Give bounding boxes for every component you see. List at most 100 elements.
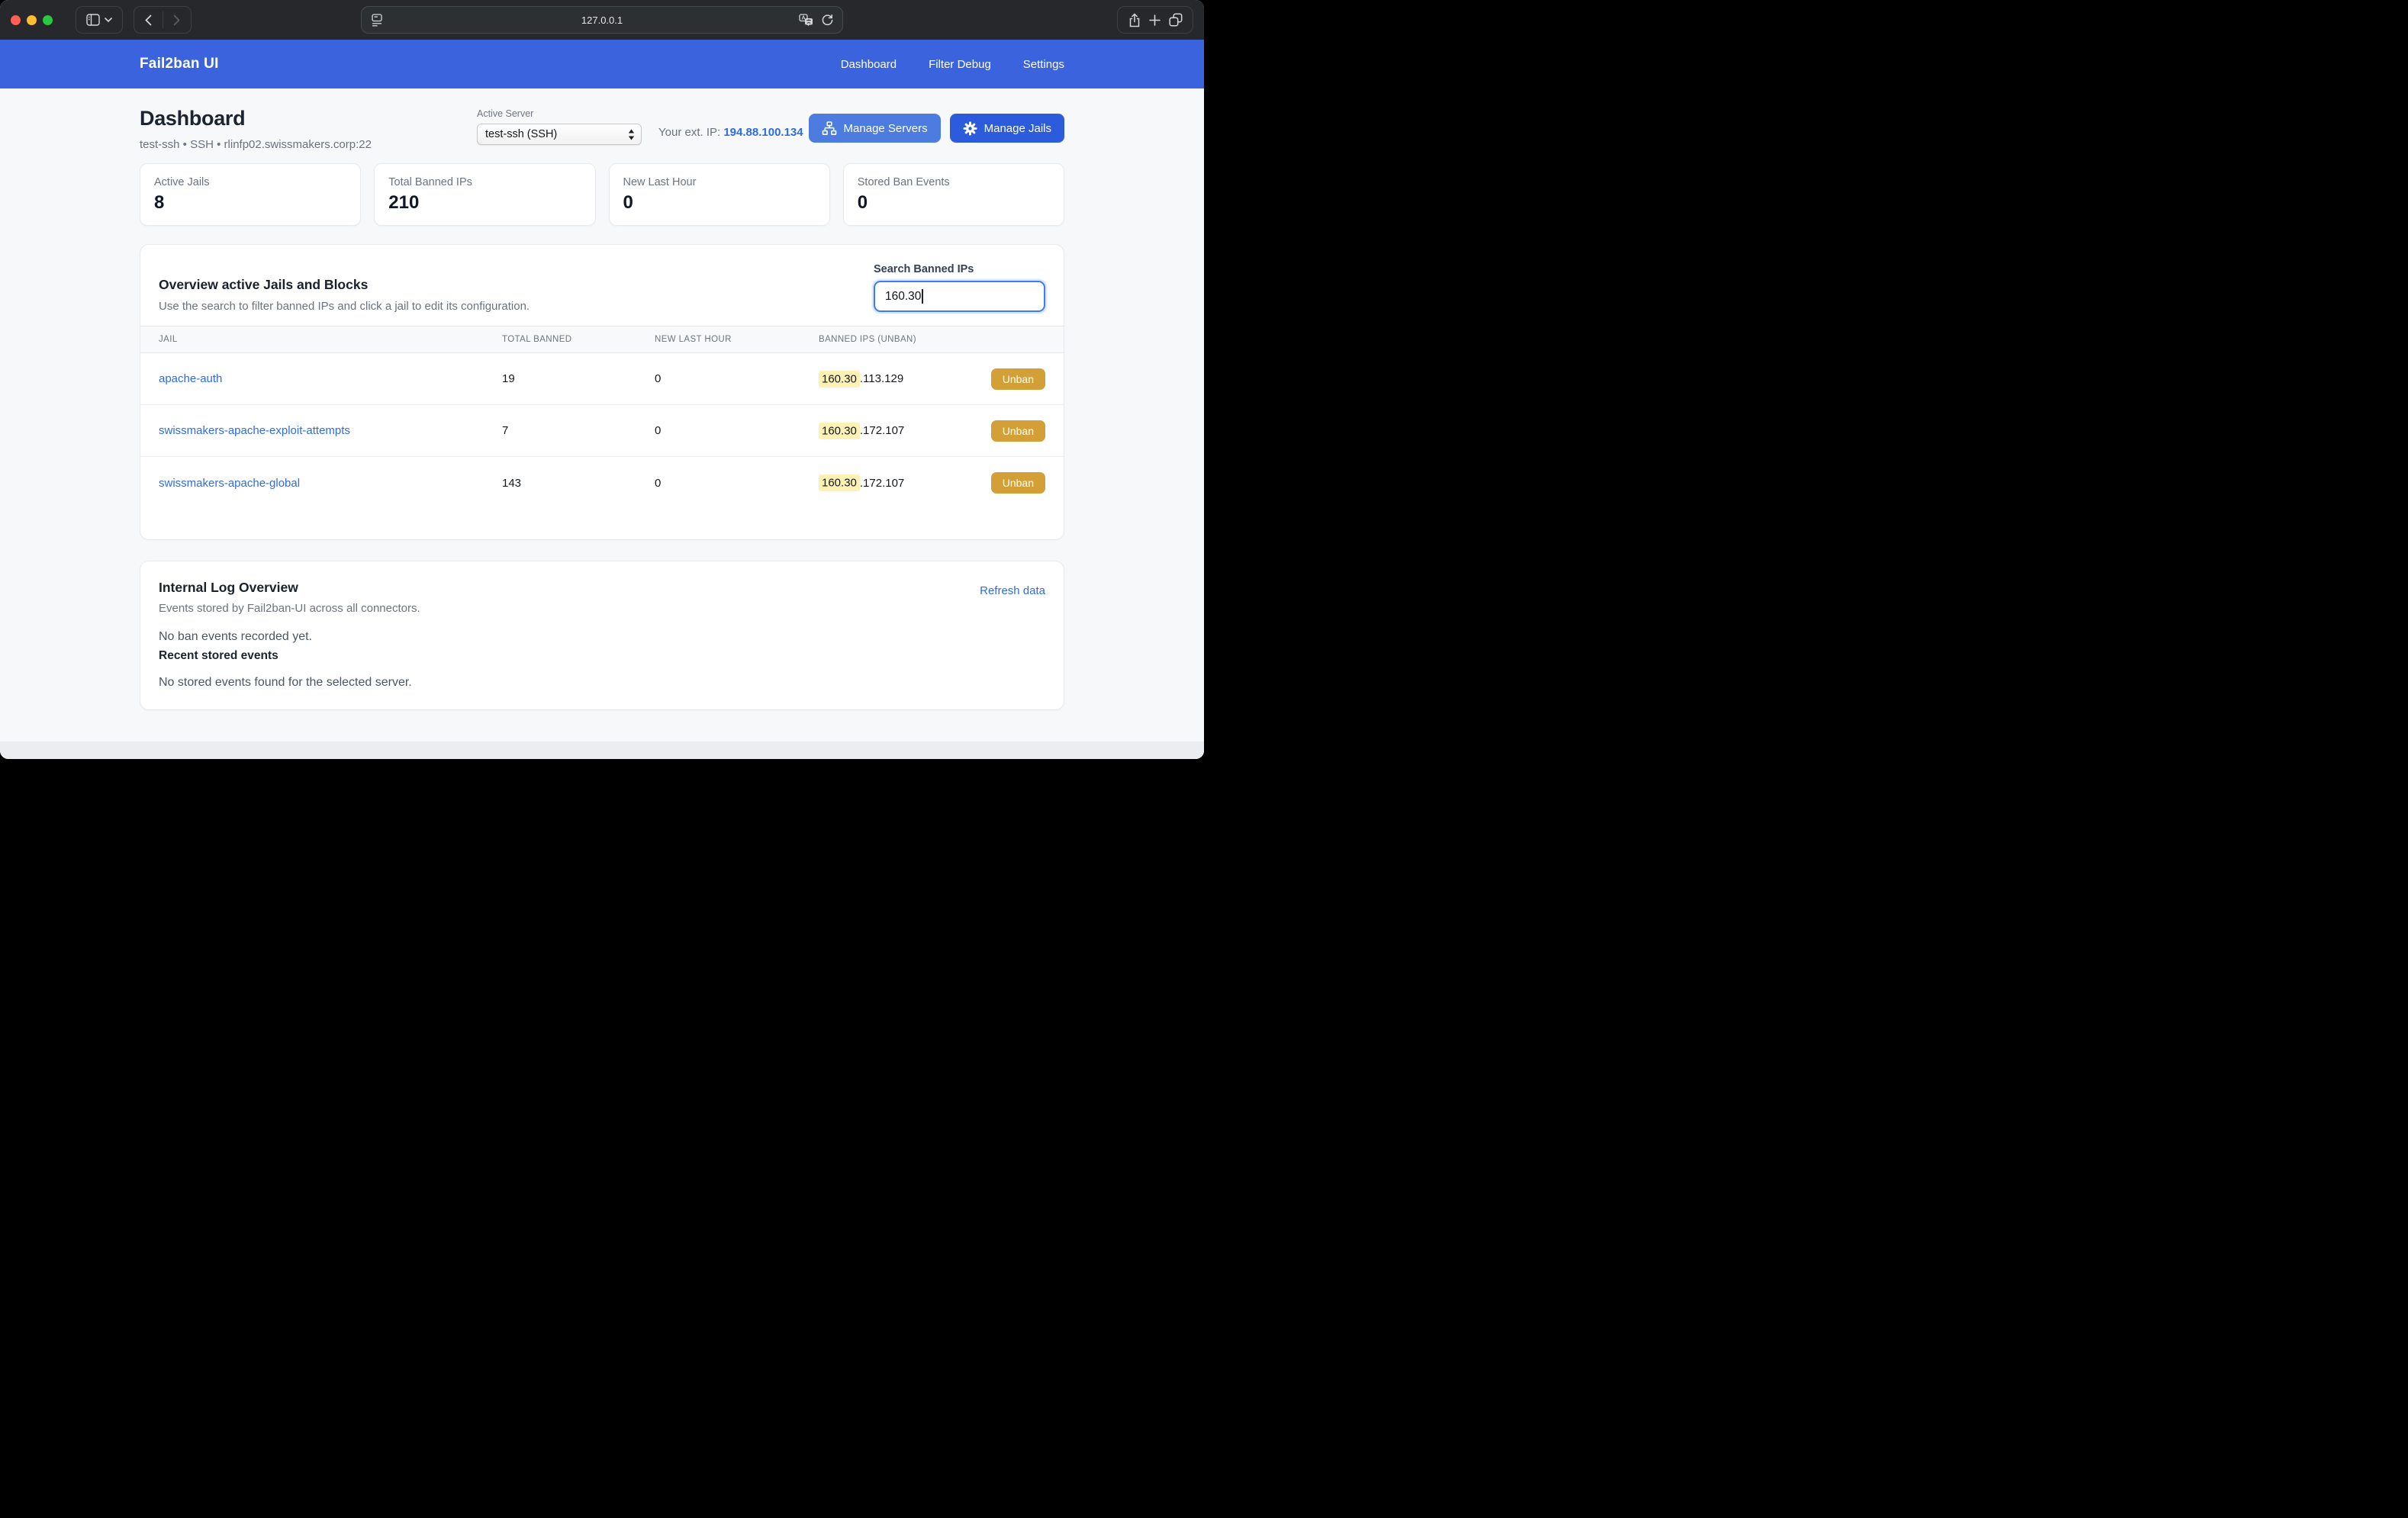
- log-title: Internal Log Overview: [159, 580, 420, 596]
- text-caret: [922, 289, 923, 304]
- new-last-hour-value: 0: [655, 424, 819, 437]
- toolbar-right-group: [1117, 6, 1193, 34]
- external-ip: Your ext. IP: 194.88.100.134: [658, 126, 803, 151]
- active-server-label: Active Server: [477, 108, 642, 119]
- stat-label: Stored Ban Events: [858, 176, 1050, 188]
- unban-button[interactable]: Unban: [991, 420, 1045, 442]
- sitemap-icon: [822, 121, 837, 136]
- stat-card-new-last-hour: New Last Hour 0: [609, 163, 830, 226]
- jail-link[interactable]: swissmakers-apache-exploit-attempts: [159, 424, 502, 437]
- overview-card: Overview active Jails and Blocks Use the…: [140, 244, 1064, 540]
- stat-value: 8: [154, 192, 346, 214]
- url-text: 127.0.0.1: [362, 14, 842, 26]
- search-banned-ips-input[interactable]: 160.30: [874, 281, 1045, 312]
- stat-label: Active Jails: [154, 176, 346, 188]
- total-banned-value: 143: [502, 477, 655, 490]
- total-banned-value: 7: [502, 424, 655, 437]
- manage-jails-label: Manage Jails: [984, 122, 1051, 135]
- close-window-button[interactable]: [11, 15, 21, 25]
- ip-rest: .113.129: [860, 372, 903, 385]
- table-row: swissmakers-apache-global 143 0 160.30.1…: [140, 457, 1064, 509]
- manage-jails-button[interactable]: Manage Jails: [950, 114, 1064, 143]
- reload-icon[interactable]: [821, 14, 834, 27]
- svg-text:A: A: [801, 15, 805, 21]
- nav-link-dashboard[interactable]: Dashboard: [841, 58, 897, 71]
- jail-link[interactable]: swissmakers-apache-global: [159, 477, 502, 490]
- banned-ip: 160.30.113.129: [819, 372, 903, 385]
- browser-toolbar: 127.0.0.1 A: [0, 0, 1204, 40]
- stat-value: 0: [623, 192, 816, 214]
- stat-card-total-banned: Total Banned IPs 210: [374, 163, 595, 226]
- recent-stored-events-title: Recent stored events: [159, 649, 1045, 663]
- jail-link[interactable]: apache-auth: [159, 372, 502, 385]
- stat-card-active-jails: Active Jails 8: [140, 163, 361, 226]
- no-ban-events-text: No ban events recorded yet.: [159, 630, 1045, 644]
- page-header: Dashboard test-ssh • SSH • rlinfp02.swis…: [140, 88, 1064, 151]
- new-tab-icon[interactable]: [1149, 14, 1161, 26]
- manage-servers-button[interactable]: Manage Servers: [809, 114, 941, 143]
- page-content: Dashboard test-ssh • SSH • rlinfp02.swis…: [0, 88, 1204, 759]
- page-format-icon[interactable]: [372, 14, 382, 27]
- app-navbar: Fail2ban UI Dashboard Filter Debug Setti…: [0, 40, 1204, 88]
- browser-window: 127.0.0.1 A: [0, 0, 1204, 759]
- refresh-data-link[interactable]: Refresh data: [980, 584, 1045, 615]
- new-last-hour-value: 0: [655, 372, 819, 385]
- share-icon[interactable]: [1128, 13, 1141, 27]
- unban-button[interactable]: Unban: [991, 368, 1045, 390]
- minimize-window-button[interactable]: [27, 15, 37, 25]
- col-header-banned-ips: BANNED IPS (UNBAN): [819, 335, 1045, 344]
- table-header-row: JAIL TOTAL BANNED NEW LAST HOUR BANNED I…: [140, 326, 1064, 353]
- gear-icon: [963, 121, 977, 136]
- active-server-select[interactable]: test-ssh (SSH): [477, 124, 642, 145]
- page-subtitle: test-ssh • SSH • rlinfp02.swissmakers.co…: [140, 138, 477, 151]
- stat-value: 210: [388, 192, 581, 214]
- ip-rest: .172.107: [860, 477, 904, 490]
- ip-search-highlight: 160.30: [819, 371, 860, 388]
- banned-ip: 160.30.172.107: [819, 477, 904, 490]
- col-header-jail: JAIL: [159, 335, 502, 344]
- bottom-strip: [0, 741, 1204, 759]
- nav-arrows: [134, 6, 192, 34]
- stat-label: New Last Hour: [623, 176, 816, 188]
- sidebar-icon: [86, 14, 100, 26]
- nav-link-settings[interactable]: Settings: [1023, 58, 1064, 71]
- app-brand[interactable]: Fail2ban UI: [140, 56, 219, 72]
- total-banned-value: 19: [502, 372, 655, 385]
- log-subtitle: Events stored by Fail2ban-UI across all …: [159, 602, 420, 615]
- ip-rest: .172.107: [860, 424, 904, 437]
- overview-title: Overview active Jails and Blocks: [159, 277, 530, 293]
- nav-link-filter-debug[interactable]: Filter Debug: [929, 58, 991, 71]
- page-title: Dashboard: [140, 107, 477, 130]
- back-button[interactable]: [134, 7, 163, 33]
- internal-log-card: Internal Log Overview Events stored by F…: [140, 561, 1064, 710]
- address-bar[interactable]: 127.0.0.1 A: [361, 6, 843, 34]
- window-controls: [11, 15, 53, 25]
- overview-subtitle: Use the search to filter banned IPs and …: [159, 300, 530, 313]
- stat-value: 0: [858, 192, 1050, 214]
- new-last-hour-value: 0: [655, 477, 819, 490]
- nav-links: Dashboard Filter Debug Settings: [841, 58, 1064, 71]
- ip-search-highlight: 160.30: [819, 423, 860, 439]
- table-row: apache-auth 19 0 160.30.113.129 Unban: [140, 353, 1064, 405]
- translate-icon[interactable]: A: [799, 14, 813, 27]
- table-row: swissmakers-apache-exploit-attempts 7 0 …: [140, 405, 1064, 457]
- ip-search-highlight: 160.30: [819, 474, 860, 491]
- active-server-value: test-ssh (SSH): [485, 128, 628, 140]
- search-banned-ips-label: Search Banned IPs: [874, 263, 1045, 275]
- external-ip-label: Your ext. IP:: [658, 126, 720, 139]
- stat-cards: Active Jails 8 Total Banned IPs 210 New …: [140, 163, 1064, 226]
- select-stepper-icon: [628, 129, 635, 140]
- external-ip-value[interactable]: 194.88.100.134: [723, 126, 803, 139]
- jails-table: JAIL TOTAL BANNED NEW LAST HOUR BANNED I…: [140, 326, 1064, 509]
- no-stored-events-text: No stored events found for the selected …: [159, 676, 1045, 690]
- unban-button[interactable]: Unban: [991, 472, 1045, 494]
- fullscreen-window-button[interactable]: [43, 15, 53, 25]
- stat-label: Total Banned IPs: [388, 176, 581, 188]
- sidebar-toggle-button[interactable]: [76, 6, 123, 34]
- stat-card-stored-ban-events: Stored Ban Events 0: [843, 163, 1064, 226]
- banned-ip: 160.30.172.107: [819, 424, 904, 437]
- forward-button[interactable]: [163, 7, 192, 33]
- tab-overview-icon[interactable]: [1169, 13, 1183, 27]
- col-header-total-banned: TOTAL BANNED: [502, 335, 655, 344]
- search-value: 160.30: [885, 290, 921, 304]
